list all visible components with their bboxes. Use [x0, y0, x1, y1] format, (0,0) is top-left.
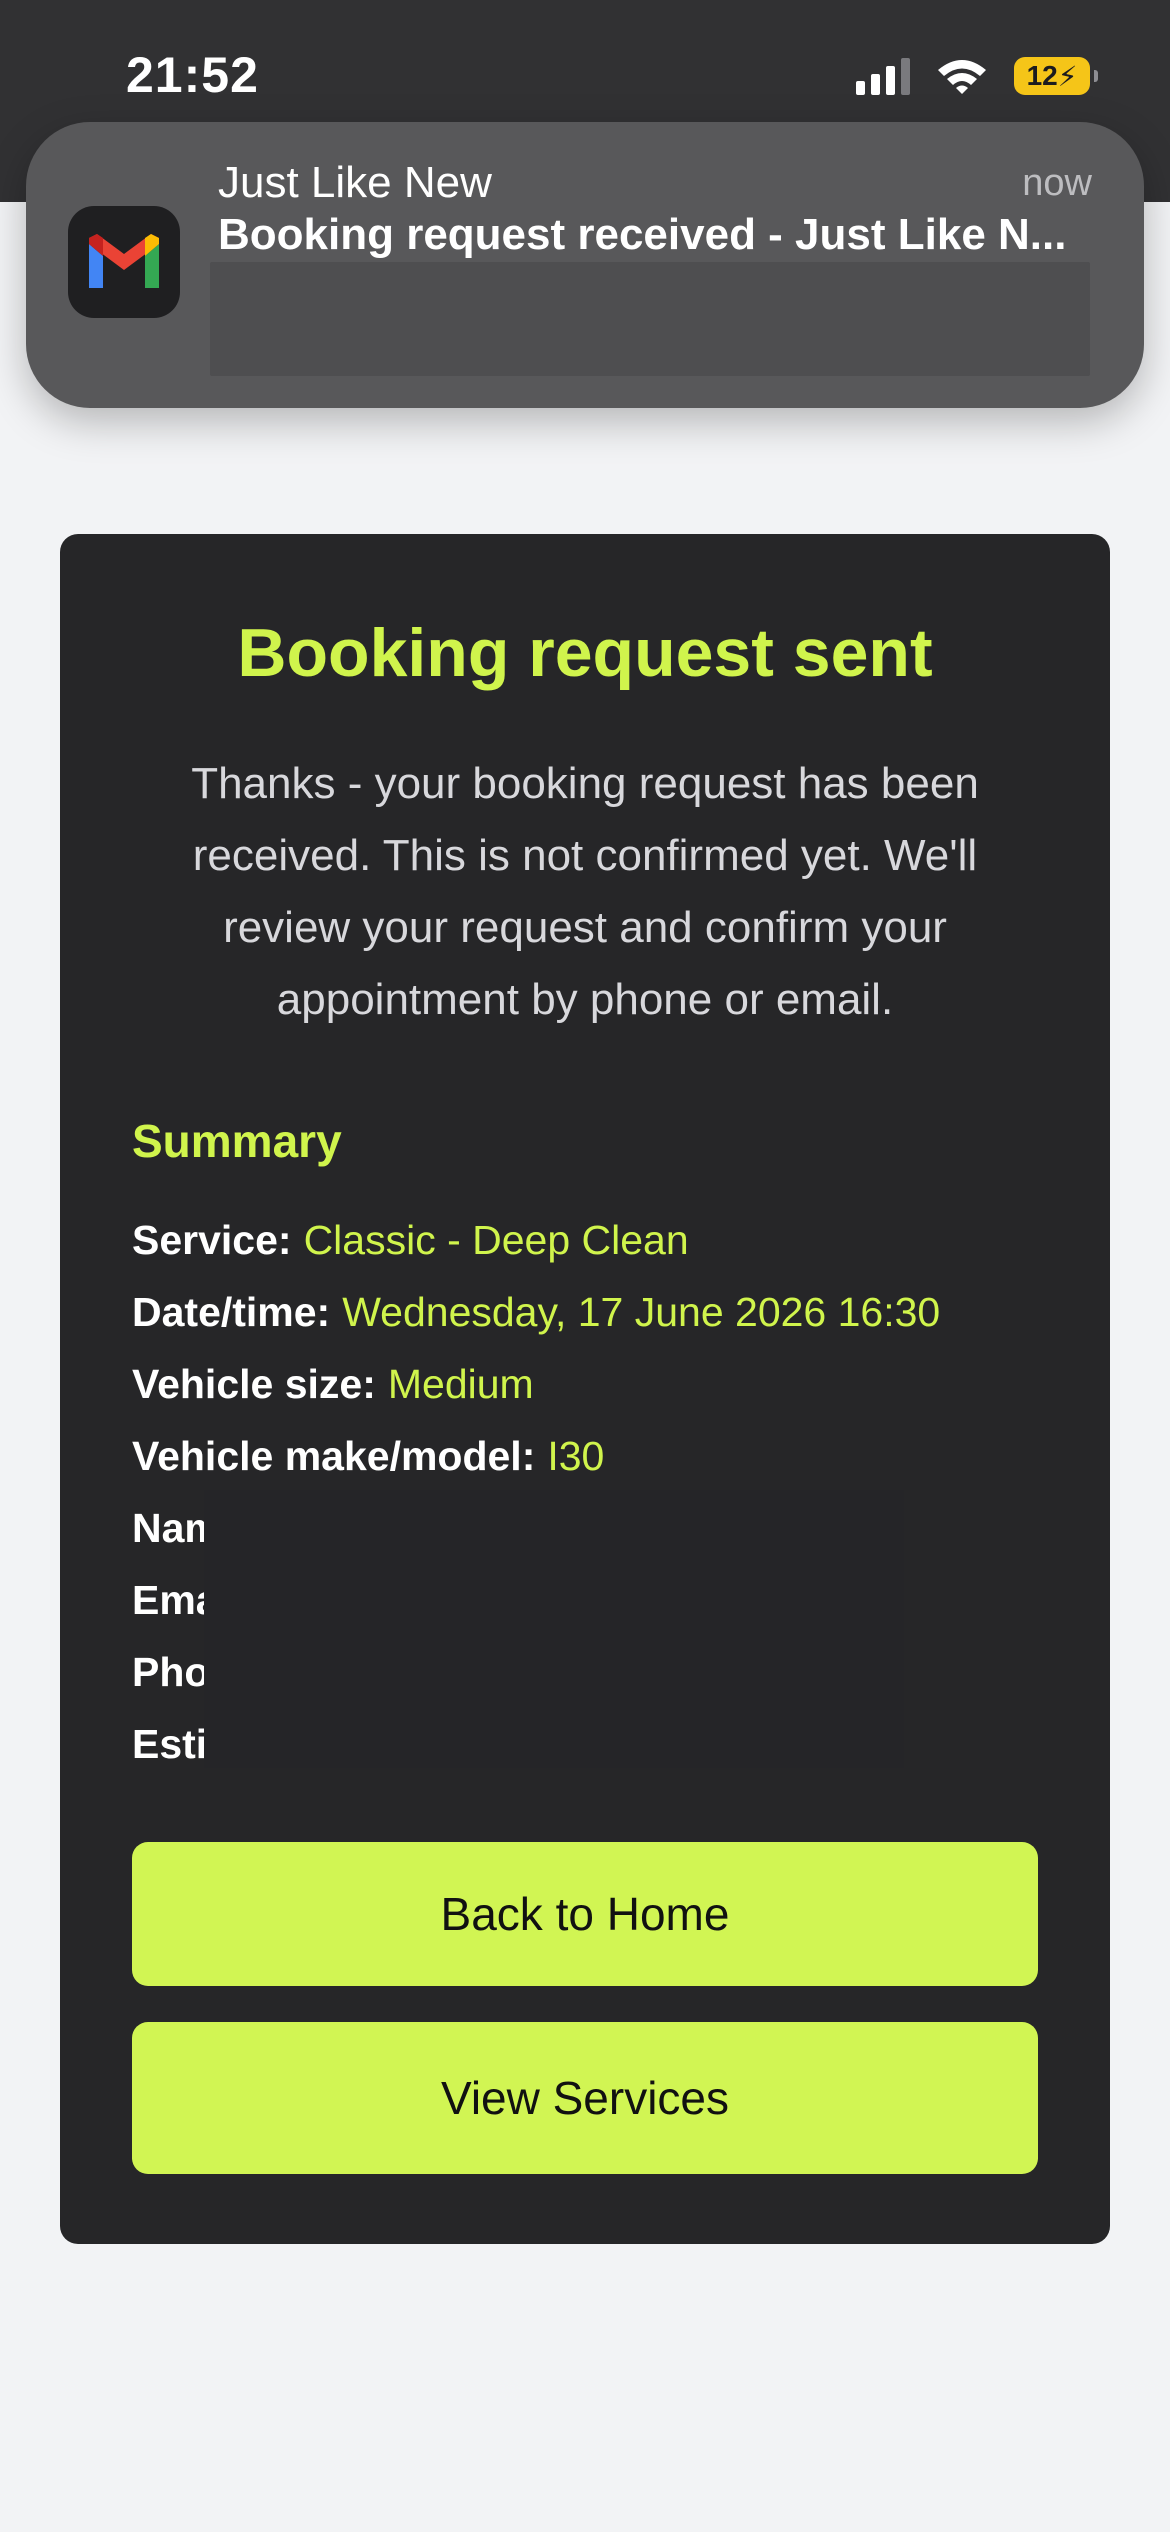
summary-row-datetime: Date/time: Wednesday, 17 June 2026 16:30	[132, 1276, 940, 1348]
notification-sender: Just Like New	[218, 158, 492, 207]
battery-level: 12	[1026, 60, 1058, 91]
summary-label: Pho	[132, 1649, 210, 1695]
notification-banner[interactable]: Just Like New now Booking request receiv…	[26, 122, 1144, 408]
notification-time: now	[1022, 162, 1092, 204]
back-to-home-button[interactable]: Back to Home	[132, 1842, 1038, 1986]
summary-label: Vehicle make/model:	[132, 1433, 536, 1479]
notification-preview-redacted	[210, 262, 1090, 376]
summary-row-vehicle-model: Vehicle make/model: I30	[132, 1420, 940, 1492]
redacted-personal-details	[204, 1490, 904, 1768]
summary-label: Date/time:	[132, 1289, 331, 1335]
status-icons: 12 ⚡	[856, 54, 1098, 98]
gmail-icon	[68, 206, 180, 318]
summary-row-vehicle-size: Vehicle size: Medium	[132, 1348, 940, 1420]
confirmation-title: Booking request sent	[237, 615, 933, 691]
charging-bolt-icon: ⚡	[1057, 60, 1078, 92]
summary-label: Esti	[132, 1721, 208, 1767]
summary-label: Vehicle size:	[132, 1361, 376, 1407]
summary-heading: Summary	[132, 1115, 342, 1167]
notification-subject: Booking request received - Just Like N..…	[218, 210, 1067, 259]
summary-row-service: Service: Classic - Deep Clean	[132, 1204, 940, 1276]
booking-confirmation-card: Booking request sent Thanks - your booki…	[60, 534, 1110, 2244]
summary-value: Wednesday, 17 June 2026 16:30	[342, 1289, 941, 1335]
confirmation-message: Thanks - your booking request has been r…	[191, 759, 979, 1024]
summary-value: Medium	[387, 1361, 534, 1407]
wifi-icon	[938, 60, 986, 94]
status-time: 21:52	[126, 47, 259, 103]
cellular-signal-icon	[856, 57, 910, 95]
battery-icon: 12 ⚡	[1014, 57, 1098, 95]
summary-value: Classic - Deep Clean	[303, 1217, 689, 1263]
summary-label: Service:	[132, 1217, 292, 1263]
summary-value: I30	[547, 1433, 605, 1479]
view-services-button[interactable]: View Services	[132, 2022, 1038, 2174]
